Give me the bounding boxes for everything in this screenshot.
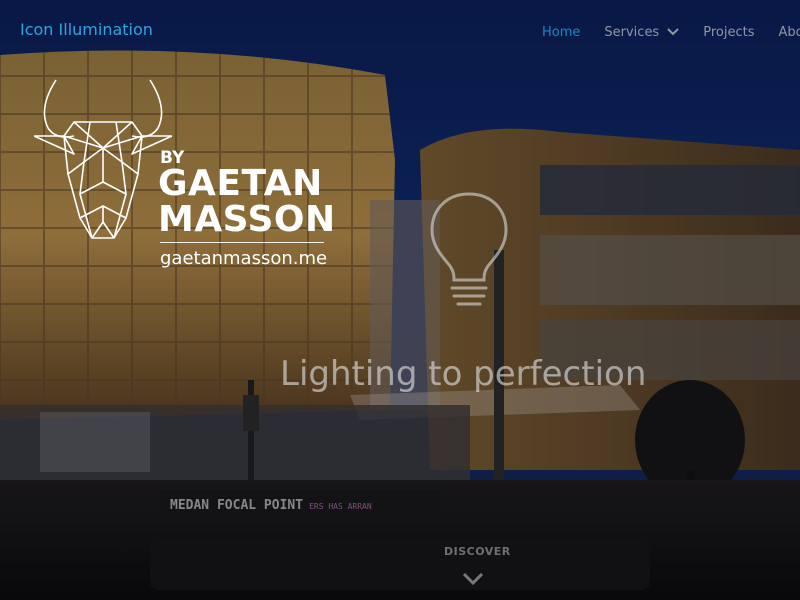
watermark-url: gaetanmasson.me bbox=[160, 248, 328, 269]
watermark-name: GAETAN MASSON bbox=[158, 166, 336, 238]
watermark-divider bbox=[160, 242, 324, 243]
nav-services[interactable]: Services bbox=[604, 25, 679, 40]
main-nav: Home Services Projects About bbox=[542, 22, 800, 42]
hero-tagline: Lighting to perfection bbox=[280, 354, 647, 394]
nav-services-label: Services bbox=[604, 24, 660, 40]
bison-head-icon bbox=[34, 79, 172, 239]
sign-main: MEDAN FOCAL POINT bbox=[170, 498, 304, 513]
brand-link[interactable]: Icon Illumination bbox=[20, 20, 153, 39]
chevron-down-icon[interactable] bbox=[462, 572, 484, 586]
sign-small: ERS HAS ARRAN bbox=[309, 502, 372, 511]
watermark-name-line2: MASSON bbox=[158, 199, 336, 240]
nav-projects[interactable]: Projects bbox=[703, 25, 754, 40]
watermark-name-line1: GAETAN bbox=[158, 163, 323, 204]
nav-home[interactable]: Home bbox=[542, 25, 580, 40]
light-bulb-icon bbox=[430, 192, 508, 306]
chevron-down-icon bbox=[667, 28, 679, 36]
nav-about[interactable]: About bbox=[778, 25, 800, 40]
building-sign: MEDAN FOCAL POINT ERS HAS ARRAN bbox=[170, 498, 372, 513]
navbar: Icon Illumination Home Services Projects… bbox=[0, 0, 800, 60]
discover-label[interactable]: DISCOVER bbox=[444, 545, 511, 558]
